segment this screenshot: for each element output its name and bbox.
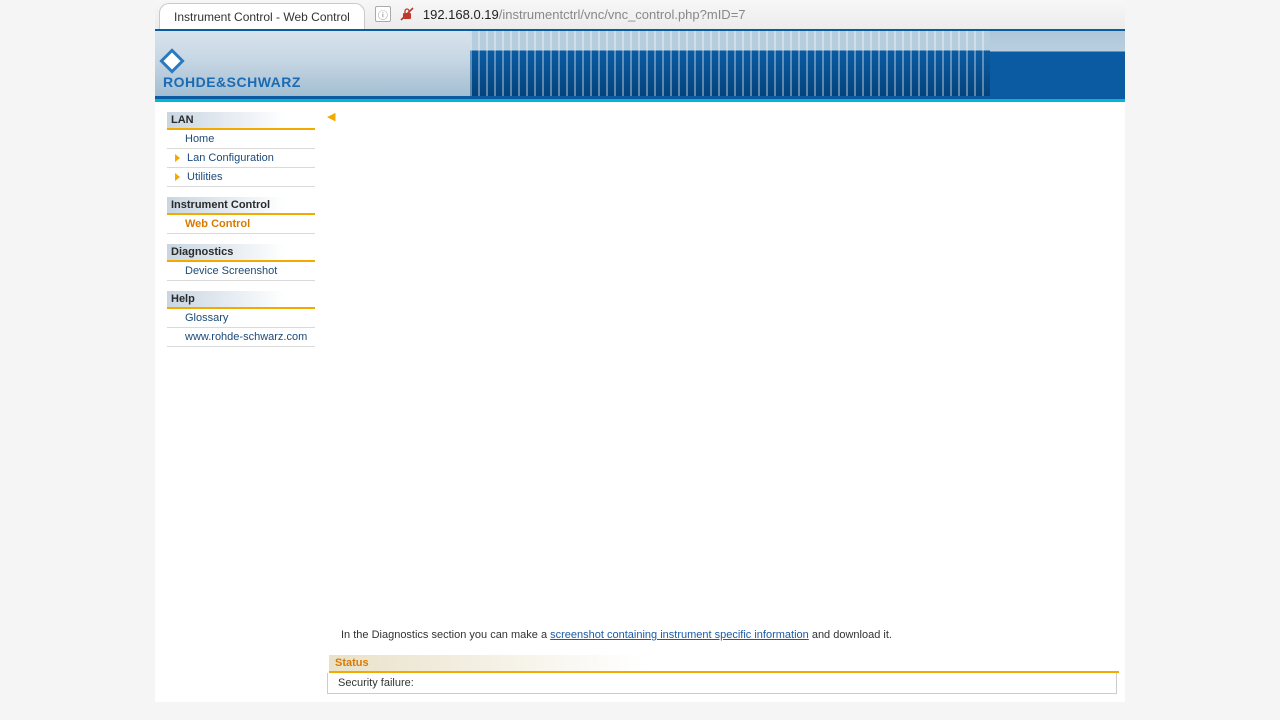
sidebar-item-label: Glossary bbox=[185, 312, 228, 324]
sidebar-item-home[interactable]: Home bbox=[167, 130, 315, 149]
browser-chrome: Instrument Control - Web Control ⓘ 192.1… bbox=[155, 0, 1125, 31]
status-header: Status bbox=[329, 655, 1119, 673]
diagnostics-note: In the Diagnostics section you can make … bbox=[341, 629, 1117, 641]
sidebar: LAN Home Lan Configuration Utilities Ins… bbox=[155, 102, 323, 702]
url-host: 192.168.0.19 bbox=[423, 7, 499, 22]
logo-text: ROHDE&SCHWARZ bbox=[163, 74, 301, 90]
sidebar-item-rohde-schwarz-link[interactable]: www.rohde-schwarz.com bbox=[167, 328, 315, 347]
main-layout: LAN Home Lan Configuration Utilities Ins… bbox=[155, 102, 1125, 702]
address-bar[interactable]: ⓘ 192.168.0.19/instrumentctrl/vnc/vnc_co… bbox=[375, 3, 1125, 29]
status-message: Security failure: bbox=[327, 673, 1117, 694]
sidebar-item-label: Device Screenshot bbox=[185, 265, 277, 277]
insecure-lock-icon bbox=[399, 6, 415, 22]
sidebar-item-glossary[interactable]: Glossary bbox=[167, 309, 315, 328]
logo: ROHDE&SCHWARZ bbox=[163, 52, 301, 90]
info-icon[interactable]: ⓘ bbox=[375, 6, 391, 22]
diag-note-suffix: and download it. bbox=[809, 629, 892, 641]
sidebar-item-label: Utilities bbox=[187, 171, 222, 183]
sidebar-item-web-control[interactable]: Web Control bbox=[167, 215, 315, 234]
diag-note-link[interactable]: screenshot containing instrument specifi… bbox=[550, 629, 809, 641]
sidebar-group-instrument-control: Instrument Control bbox=[167, 197, 315, 215]
sidebar-group-diagnostics: Diagnostics bbox=[167, 244, 315, 262]
sidebar-item-device-screenshot[interactable]: Device Screenshot bbox=[167, 262, 315, 281]
banner-left: ROHDE&SCHWARZ bbox=[155, 31, 470, 96]
tab-title: Instrument Control - Web Control bbox=[174, 10, 350, 24]
page: ROHDE&SCHWARZ LAN Home Lan Configuration… bbox=[155, 31, 1125, 702]
diag-note-prefix: In the Diagnostics section you can make … bbox=[341, 629, 550, 641]
sidebar-group-lan: LAN bbox=[167, 112, 315, 130]
content-area: ◀ In the Diagnostics section you can mak… bbox=[323, 102, 1125, 702]
sidebar-item-label: Lan Configuration bbox=[187, 152, 274, 164]
sidebar-item-lan-configuration[interactable]: Lan Configuration bbox=[167, 149, 315, 168]
sidebar-item-label: Home bbox=[185, 133, 214, 145]
collapse-sidebar-icon[interactable]: ◀ bbox=[327, 110, 335, 123]
url-path: /instrumentctrl/vnc/vnc_control.php?mID=… bbox=[499, 7, 746, 22]
header-banner: ROHDE&SCHWARZ bbox=[155, 31, 1125, 102]
url-text: 192.168.0.19/instrumentctrl/vnc/vnc_cont… bbox=[423, 7, 746, 22]
sidebar-group-help: Help bbox=[167, 291, 315, 309]
banner-decoration bbox=[470, 31, 990, 96]
sidebar-item-utilities[interactable]: Utilities bbox=[167, 168, 315, 187]
sidebar-item-label: Web Control bbox=[185, 218, 250, 230]
vnc-viewport-placeholder bbox=[327, 129, 1117, 625]
browser-tab[interactable]: Instrument Control - Web Control bbox=[159, 3, 365, 29]
sidebar-item-label: www.rohde-schwarz.com bbox=[185, 331, 307, 343]
logo-diamond-icon bbox=[159, 48, 184, 73]
